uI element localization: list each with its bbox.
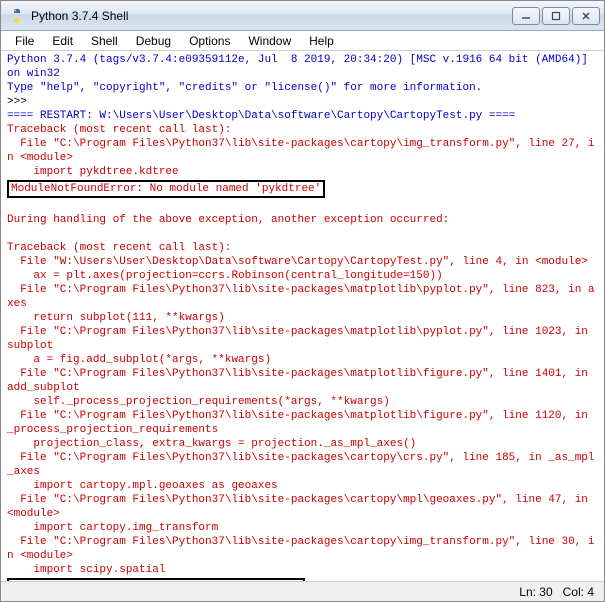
traceback-line: File "C:\Program Files\Python37\lib\site… <box>7 452 595 478</box>
window-controls <box>512 7 600 25</box>
mid-exception-line: During handling of the above exception, … <box>7 214 449 226</box>
traceback-line: import pykdtree.kdtree <box>7 166 179 178</box>
menu-shell[interactable]: Shell <box>83 33 126 49</box>
error-box-1: ModuleNotFoundError: No module named 'py… <box>7 180 325 198</box>
close-button[interactable] <box>572 7 600 25</box>
traceback-line: import cartopy.img_transform <box>7 522 218 534</box>
traceback-line: a = fig.add_subplot(*args, **kwargs) <box>7 354 271 366</box>
version-line: Python 3.7.4 (tags/v3.7.4:e09359112e, Ju… <box>7 54 595 80</box>
traceback-line: File "C:\Program Files\Python37\lib\site… <box>7 536 595 562</box>
python-icon <box>9 8 25 24</box>
console-output[interactable]: Python 3.7.4 (tags/v3.7.4:e09359112e, Ju… <box>1 51 604 581</box>
traceback-line: import cartopy.mpl.geoaxes as geoaxes <box>7 480 278 492</box>
error-box-2: ModuleNotFoundError: No module named 'sc… <box>7 578 305 581</box>
menu-help[interactable]: Help <box>301 33 342 49</box>
prompt: >>> <box>7 96 27 108</box>
menu-options[interactable]: Options <box>181 33 238 49</box>
traceback-line: ax = plt.axes(projection=ccrs.Robinson(c… <box>7 270 443 282</box>
error-1-text: ModuleNotFoundError: No module named 'py… <box>11 183 321 195</box>
menu-window[interactable]: Window <box>240 33 299 49</box>
maximize-button[interactable] <box>542 7 570 25</box>
restart-line: ==== RESTART: W:\Users\User\Desktop\Data… <box>7 110 515 122</box>
traceback-line: File "C:\Program Files\Python37\lib\site… <box>7 326 595 352</box>
traceback-line: projection_class, extra_kwargs = project… <box>7 438 416 450</box>
minimize-button[interactable] <box>512 7 540 25</box>
traceback-line: import scipy.spatial <box>7 564 165 576</box>
traceback-line: self._process_projection_requirements(*a… <box>7 396 390 408</box>
traceback-line: File "C:\Program Files\Python37\lib\site… <box>7 494 595 520</box>
status-line: Ln: 30 <box>519 585 552 599</box>
traceback-2-header: Traceback (most recent call last): <box>7 242 231 254</box>
menu-debug[interactable]: Debug <box>128 33 179 49</box>
menu-edit[interactable]: Edit <box>44 33 81 49</box>
traceback-1-header: Traceback (most recent call last): <box>7 124 231 136</box>
menu-file[interactable]: File <box>7 33 42 49</box>
window-title: Python 3.7.4 Shell <box>31 9 512 23</box>
titlebar[interactable]: Python 3.7.4 Shell <box>1 1 604 31</box>
window-frame: Python 3.7.4 Shell File Edit Shell Debug… <box>0 0 605 602</box>
status-col: Col: 4 <box>563 585 594 599</box>
statusbar: Ln: 30 Col: 4 <box>1 581 604 601</box>
traceback-line: File "C:\Program Files\Python37\lib\site… <box>7 410 595 436</box>
traceback-line: return subplot(111, **kwargs) <box>7 312 225 324</box>
menubar: File Edit Shell Debug Options Window Hel… <box>1 31 604 51</box>
help-line: Type "help", "copyright", "credits" or "… <box>7 82 482 94</box>
traceback-line: File "C:\Program Files\Python37\lib\site… <box>7 368 595 394</box>
traceback-line: File "C:\Program Files\Python37\lib\site… <box>7 138 595 164</box>
traceback-line: File "W:\Users\User\Desktop\Data\softwar… <box>7 256 588 268</box>
traceback-line: File "C:\Program Files\Python37\lib\site… <box>7 284 595 310</box>
